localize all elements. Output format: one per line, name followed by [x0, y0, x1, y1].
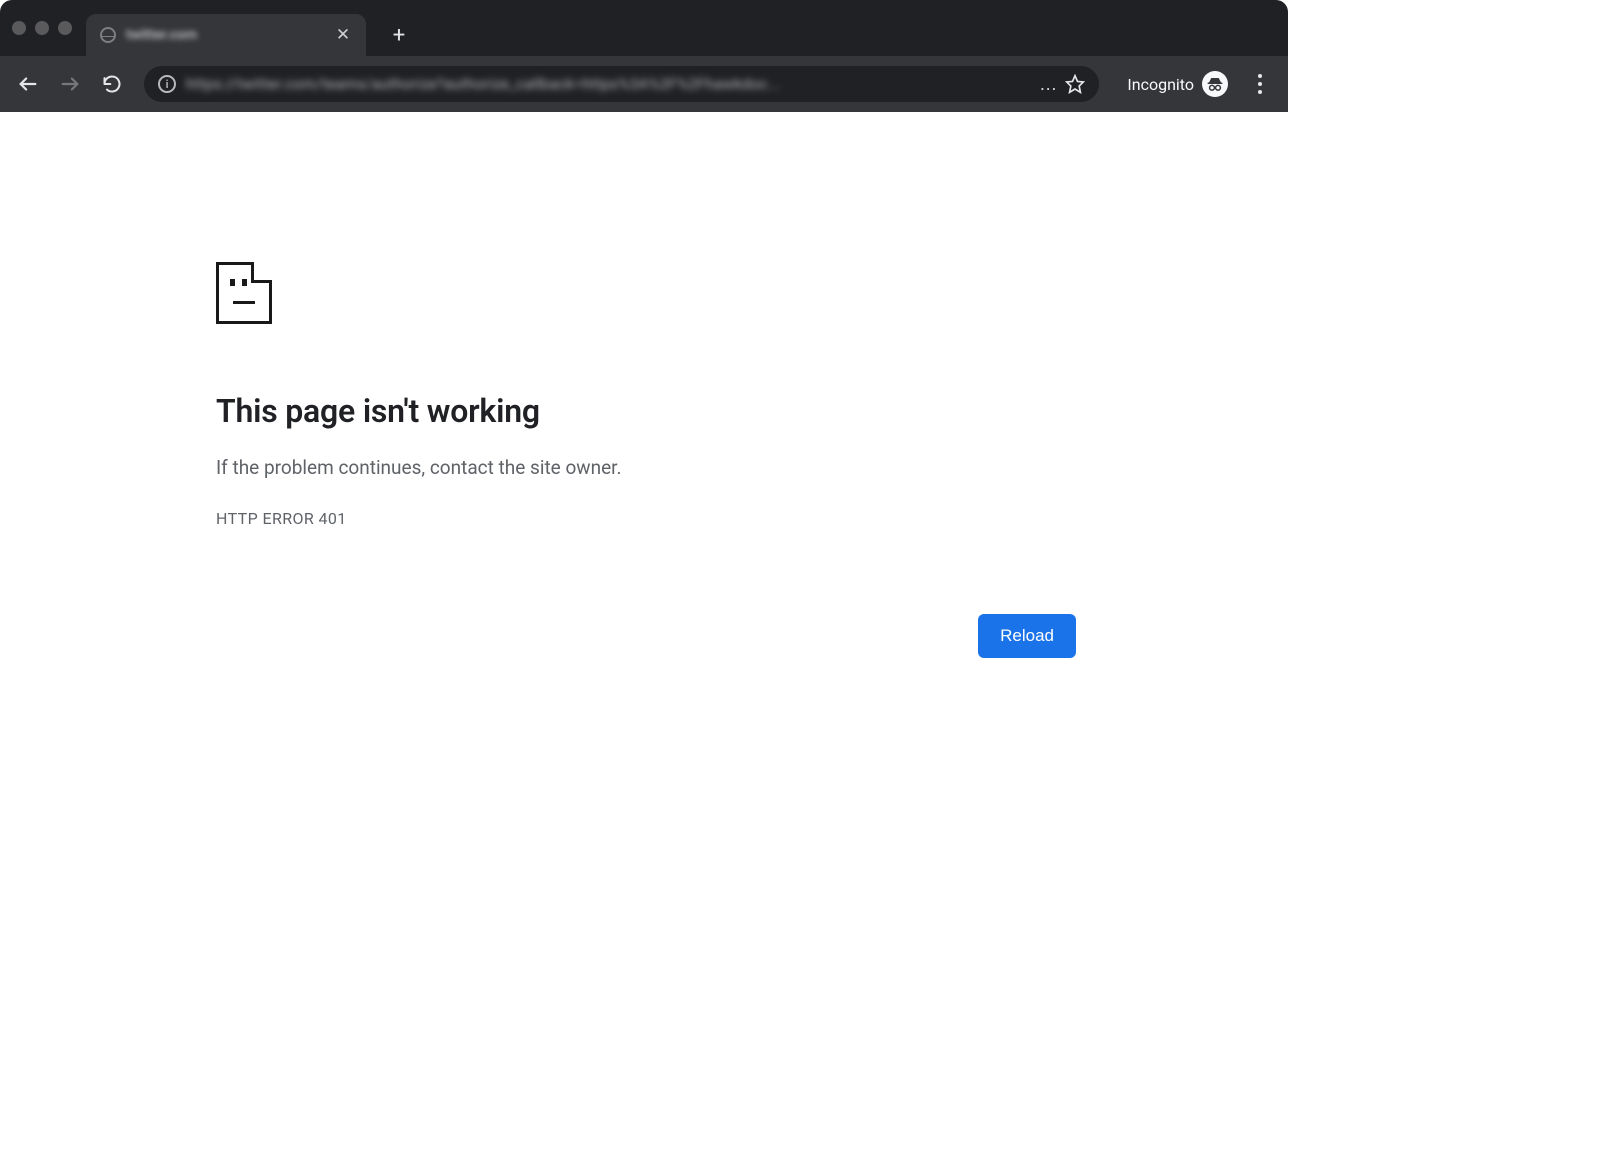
bookmark-button[interactable]: [1065, 74, 1085, 94]
page-content: This page isn't working If the problem c…: [0, 112, 1288, 528]
url-text: https://twitter.com/teams/authorize?auth…: [186, 75, 1036, 93]
sad-page-icon: [216, 262, 272, 324]
error-block: This page isn't working If the problem c…: [216, 262, 1076, 528]
dot-icon: [1258, 82, 1262, 86]
reload-page-button[interactable]: Reload: [978, 614, 1076, 658]
site-info-icon[interactable]: i: [158, 75, 176, 93]
tab-title: twitter.com: [126, 27, 326, 43]
arrow-left-icon: [17, 73, 39, 95]
back-button[interactable]: [10, 66, 46, 102]
dot-icon: [1258, 90, 1262, 94]
address-bar[interactable]: i https://twitter.com/teams/authorize?au…: [144, 66, 1099, 102]
dot-icon: [1258, 74, 1262, 78]
error-subtext: If the problem continues, contact the si…: [216, 456, 1076, 479]
forward-button[interactable]: [52, 66, 88, 102]
spy-icon: [1206, 75, 1224, 93]
new-tab-button[interactable]: +: [384, 20, 414, 50]
error-heading: This page isn't working: [216, 392, 1076, 430]
window-minimize-button[interactable]: [35, 21, 49, 35]
window-maximize-button[interactable]: [58, 21, 72, 35]
browser-toolbar: i https://twitter.com/teams/authorize?au…: [0, 56, 1288, 112]
reload-button[interactable]: [94, 66, 130, 102]
close-tab-button[interactable]: ✕: [334, 26, 352, 44]
error-code: HTTP ERROR 401: [216, 509, 1076, 528]
incognito-icon: [1202, 71, 1228, 97]
url-truncation: ...: [1040, 74, 1057, 95]
browser-titlebar: twitter.com ✕ +: [0, 0, 1288, 56]
incognito-indicator[interactable]: Incognito: [1127, 71, 1228, 97]
window-close-button[interactable]: [12, 21, 26, 35]
browser-tab[interactable]: twitter.com ✕: [86, 14, 366, 56]
arrow-right-icon: [59, 73, 81, 95]
browser-menu-button[interactable]: [1242, 66, 1278, 102]
star-icon: [1065, 74, 1085, 94]
reload-icon: [102, 74, 122, 94]
incognito-label: Incognito: [1127, 75, 1194, 94]
globe-icon: [100, 27, 116, 43]
window-controls: [12, 21, 72, 35]
